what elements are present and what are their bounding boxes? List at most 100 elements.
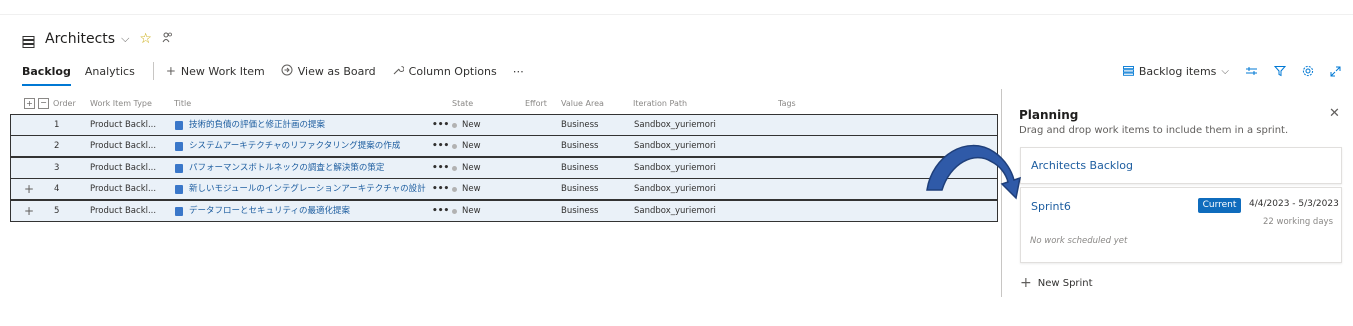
column-header-order[interactable]: Order	[53, 99, 76, 108]
tab-analytics[interactable]: Analytics	[85, 65, 135, 78]
view-as-board-label: View as Board	[297, 64, 376, 78]
view-options-icon[interactable]	[1245, 65, 1258, 77]
collapse-all-icon[interactable]: −	[38, 98, 49, 109]
column-header-state[interactable]: State	[452, 99, 473, 108]
backlog-toolbar: Backlog Analytics + New Work Item View a…	[22, 61, 540, 86]
state-dot-icon	[452, 208, 457, 214]
row-more-actions-icon[interactable]: •••	[432, 136, 449, 156]
backlog-item-icon	[175, 163, 183, 173]
sprint-dates: 4/4/2023 - 5/3/2023	[1249, 199, 1339, 209]
team-title[interactable]: Architects	[45, 31, 115, 47]
column-header-tags[interactable]: Tags	[778, 99, 796, 108]
row-state: New	[452, 201, 481, 221]
toolbar-divider	[152, 62, 154, 80]
favorite-star-icon[interactable]: ☆	[139, 31, 152, 47]
table-row[interactable]: 3 Product Backl... パフォーマンスボトルネックの調査と解決策の…	[10, 157, 998, 179]
column-header-title[interactable]: Title	[174, 99, 191, 108]
row-state: New	[452, 136, 481, 156]
row-value-area: Business	[561, 184, 599, 194]
column-options-button[interactable]: Column Options	[392, 64, 497, 79]
add-child-icon[interactable]: +	[24, 201, 34, 221]
row-title: 新しいモジュールのインテグレーションアーキテクチャの設計	[189, 184, 426, 194]
row-title-link[interactable]: 新しいモジュールのインテグレーションアーキテクチャの設計	[175, 179, 426, 199]
backlog-item-icon	[175, 206, 183, 216]
backlog-card-label[interactable]: Architects Backlog	[1031, 159, 1133, 172]
row-iteration: Sandbox_yuriemori	[634, 163, 716, 173]
row-iteration: Sandbox_yuriemori	[634, 206, 716, 216]
team-members-icon[interactable]	[162, 32, 173, 46]
row-more-actions-icon[interactable]: •••	[432, 115, 449, 135]
row-type: Product Backl...	[90, 206, 157, 216]
new-sprint-button[interactable]: + New Sprint	[1020, 275, 1093, 291]
sprint-card[interactable]: Sprint6 Current 4/4/2023 - 5/3/2023 22 w…	[1020, 187, 1342, 263]
row-state: New	[452, 158, 481, 178]
row-order: 3	[54, 163, 60, 173]
toolbar-right: Backlog items ⌵	[1122, 61, 1341, 81]
state-dot-icon	[452, 186, 457, 192]
new-work-item-label: New Work Item	[180, 64, 265, 78]
table-row[interactable]: 1 Product Backl... 技術的負債の評価と修正計画の提案 ••• …	[10, 114, 998, 136]
backlog-item-icon	[175, 120, 183, 130]
backlog-level-selector[interactable]: Backlog items ⌵	[1122, 65, 1229, 78]
expand-all-icon[interactable]: +	[24, 98, 35, 109]
fullscreen-expand-icon[interactable]	[1330, 66, 1341, 77]
column-options-label: Column Options	[408, 64, 497, 78]
more-actions-icon[interactable]: ⋯	[513, 65, 524, 78]
row-type: Product Backl...	[90, 184, 157, 194]
row-more-actions-icon[interactable]: •••	[432, 201, 449, 221]
row-value-area: Business	[561, 141, 599, 151]
table-row[interactable]: 2 Product Backl... システムアーキテクチャのリファクタリング提…	[10, 135, 998, 157]
table-row[interactable]: + 4 Product Backl... 新しいモジュールのインテグレーションア…	[10, 178, 998, 200]
row-value-area: Business	[561, 120, 599, 130]
column-header-type[interactable]: Work Item Type	[90, 99, 152, 108]
backlog-level-icon	[1122, 66, 1134, 76]
plus-icon: +	[1020, 275, 1032, 291]
row-title: パフォーマンスボトルネックの調査と解決策の策定	[189, 163, 385, 173]
state-dot-icon	[452, 143, 457, 149]
backlog-drop-card[interactable]: Architects Backlog	[1020, 147, 1342, 184]
sprint-name-link[interactable]: Sprint6	[1031, 200, 1071, 213]
row-title-link[interactable]: 技術的負債の評価と修正計画の提案	[175, 115, 325, 135]
planning-title: Planning	[1019, 108, 1079, 122]
row-title: 技術的負債の評価と修正計画の提案	[189, 120, 326, 130]
top-divider	[0, 14, 1353, 15]
column-header-iteration[interactable]: Iteration Path	[633, 99, 687, 108]
backlog-grid: + − Order Work Item Type Title State Eff…	[10, 97, 998, 222]
row-more-actions-icon[interactable]: •••	[432, 158, 449, 178]
row-title-link[interactable]: システムアーキテクチャのリファクタリング提案の作成	[175, 136, 400, 156]
row-title: データフローとセキュリティの最適化提案	[189, 206, 350, 216]
row-order: 5	[54, 206, 60, 216]
column-header-effort[interactable]: Effort	[525, 99, 547, 108]
drag-arrow-annotation	[926, 144, 1021, 200]
backlog-board-icon	[22, 33, 36, 48]
row-title-link[interactable]: データフローとセキュリティの最適化提案	[175, 201, 350, 221]
row-title-link[interactable]: パフォーマンスボトルネックの調査と解決策の策定	[175, 158, 384, 178]
row-state-label: New	[462, 163, 481, 173]
backlog-item-icon	[175, 184, 183, 194]
wrench-icon	[392, 64, 405, 79]
sprint-empty-message: No work scheduled yet	[1030, 236, 1128, 246]
page-header: Architects ⌵ ☆	[22, 28, 173, 50]
row-state-label: New	[462, 120, 481, 130]
table-row[interactable]: + 5 Product Backl... データフローとセキュリティの最適化提案…	[10, 200, 998, 222]
settings-gear-icon[interactable]	[1302, 65, 1314, 77]
tab-backlog[interactable]: Backlog	[22, 65, 71, 86]
team-chevron-down-icon[interactable]: ⌵	[121, 32, 129, 46]
row-iteration: Sandbox_yuriemori	[634, 141, 716, 151]
filter-icon[interactable]	[1274, 65, 1286, 77]
backlog-item-icon	[175, 141, 183, 151]
grid-header-row: + − Order Work Item Type Title State Eff…	[10, 97, 998, 113]
view-as-board-button[interactable]: View as Board	[281, 64, 376, 79]
row-state-label: New	[462, 184, 481, 194]
row-order: 1	[54, 120, 60, 130]
row-state-label: New	[462, 206, 481, 216]
sprint-working-days: 22 working days	[1263, 217, 1333, 227]
row-more-actions-icon[interactable]: •••	[432, 179, 449, 199]
column-header-value-area[interactable]: Value Area	[561, 99, 604, 108]
new-work-item-button[interactable]: + New Work Item	[166, 64, 265, 78]
add-child-icon[interactable]: +	[24, 179, 34, 199]
new-sprint-label: New Sprint	[1037, 277, 1093, 289]
close-icon[interactable]: ✕	[1329, 106, 1340, 121]
row-value-area: Business	[561, 163, 599, 173]
row-order: 4	[54, 184, 60, 194]
